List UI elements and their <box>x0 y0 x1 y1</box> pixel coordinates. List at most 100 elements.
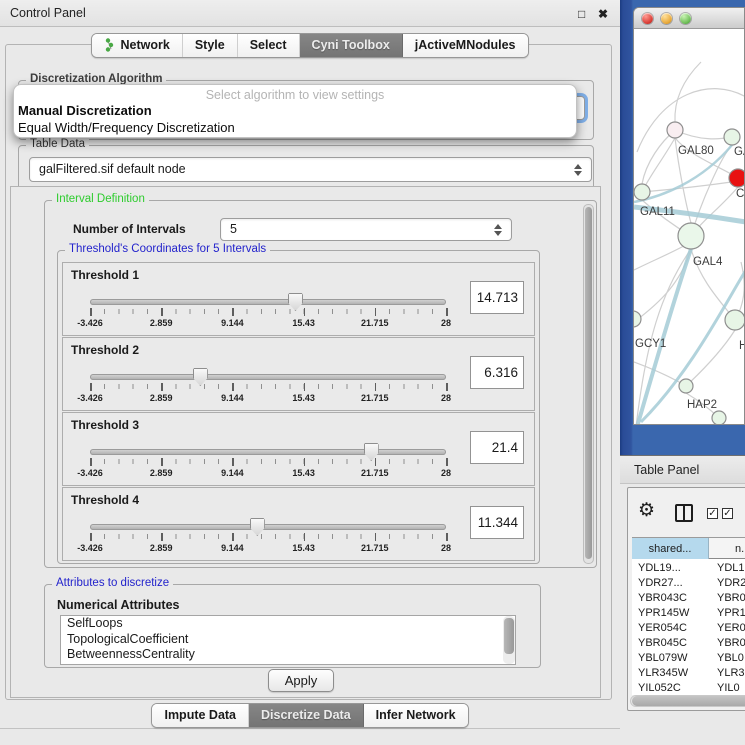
checkbox-icon[interactable]: ✓ <box>722 508 733 519</box>
table-row[interactable]: YPR145W YPR1 <box>632 606 745 621</box>
node-gal4[interactable] <box>678 223 704 249</box>
slider-track[interactable] <box>90 374 446 380</box>
tab-cyni-toolbox[interactable]: Cyni Toolbox <box>300 34 403 57</box>
node-bottom[interactable] <box>712 411 726 425</box>
node-gal11[interactable] <box>634 184 650 200</box>
float-window-icon[interactable]: □ <box>578 7 585 21</box>
table-row[interactable]: YDR27...YDR2 <box>632 576 745 591</box>
slider-major-tick <box>304 308 306 316</box>
slider-major-tick <box>90 308 92 316</box>
threshold-value-field[interactable]: 6.316 <box>470 356 524 389</box>
num-intervals-value: 5 <box>230 222 237 236</box>
threshold-value-field[interactable]: 14.713 <box>470 281 524 314</box>
interval-scrollbar[interactable] <box>583 204 594 564</box>
node-gal80[interactable] <box>667 122 683 138</box>
node-hap2[interactable] <box>679 379 693 393</box>
slider-tick-label: 21.715 <box>361 543 389 553</box>
network-graph[interactable]: GAL80GACGAL11GAL4GCY1HHAP2 <box>634 30 744 425</box>
slider-tick-label: 9.144 <box>221 468 244 478</box>
slider-major-tick <box>304 458 306 466</box>
slider-major-tick <box>90 458 92 466</box>
attribute-list-item[interactable]: TopologicalCoefficient <box>61 632 515 648</box>
slider-tick-label: -3.426 <box>77 318 103 328</box>
checkbox-icon[interactable]: ✓ <box>707 508 718 519</box>
threshold-label: Threshold 4 <box>71 493 139 507</box>
gear-icon[interactable]: ⚙ <box>638 502 655 520</box>
split-columns-icon[interactable] <box>675 504 693 522</box>
table-row[interactable]: YBR043CYBR0 <box>632 591 745 606</box>
threshold-value-field[interactable]: 21.4 <box>470 431 524 464</box>
apply-button[interactable]: Apply <box>268 669 334 692</box>
table-row[interactable]: YIL052CYIL0 <box>632 681 745 695</box>
slider-track[interactable] <box>90 524 446 530</box>
close-icon[interactable]: ✖ <box>598 7 608 21</box>
network-icon <box>104 38 115 52</box>
network-edge[interactable] <box>642 180 744 192</box>
close-traffic-light-icon[interactable] <box>642 13 653 24</box>
num-intervals-label: Number of Intervals <box>73 222 186 236</box>
threshold-row: Threshold 3-3.4262.8599.14415.4321.71528… <box>62 412 535 486</box>
node-red[interactable] <box>729 169 744 187</box>
table-hscrollbar[interactable] <box>630 695 745 707</box>
cell-shared-name: YBR043C <box>638 591 687 606</box>
slider-track[interactable] <box>90 299 446 305</box>
network-edge[interactable] <box>691 145 732 236</box>
slider-tick-label: 28 <box>441 393 451 403</box>
numerical-attributes-list[interactable]: SelfLoopsTopologicalCoefficientBetweenne… <box>60 615 516 665</box>
stepper-icon <box>493 224 502 236</box>
table-row[interactable]: YBR045CYBR0 <box>632 636 745 651</box>
threshold-value-field[interactable]: 11.344 <box>470 506 524 539</box>
tab-select[interactable]: Select <box>238 34 300 57</box>
tab-label: Cyni Toolbox <box>312 38 390 52</box>
table-row[interactable]: YLR345WYLR3 <box>632 666 745 681</box>
network-edge[interactable] <box>675 62 701 122</box>
slider-major-tick <box>375 533 377 541</box>
slider-tick-label: 21.715 <box>361 393 389 403</box>
slider-tick-label: 9.144 <box>221 543 244 553</box>
table-panel-titlebar: Table Panel <box>620 455 745 484</box>
column-header-name[interactable]: n... <box>735 538 745 560</box>
cell-name: YPR1 <box>717 606 745 621</box>
tab-jactivemnodules[interactable]: jActiveMNodules <box>403 34 528 57</box>
network-edge[interactable] <box>642 138 675 192</box>
tab-infer-network[interactable]: Infer Network <box>364 704 468 727</box>
minimize-traffic-light-icon[interactable] <box>661 13 672 24</box>
bottom-tab-bar: Impute DataDiscretize DataInfer Network <box>0 703 620 728</box>
network-canvas[interactable]: GAL80GACGAL11GAL4GCY1HHAP2 <box>634 30 744 425</box>
cell-name: YER0 <box>717 621 745 636</box>
attribute-list-item[interactable]: SelfLoops <box>61 616 515 632</box>
cell-shared-name: YPR145W <box>638 606 689 621</box>
tab-style[interactable]: Style <box>183 34 238 57</box>
network-edge[interactable] <box>642 130 675 184</box>
node-right[interactable] <box>724 129 740 145</box>
zoom-traffic-light-icon[interactable] <box>680 13 691 24</box>
dropdown-option-equal-width-frequency[interactable]: Equal Width/Frequency Discretization <box>18 120 235 135</box>
network-edge[interactable] <box>634 249 691 322</box>
table-panel-title: Table Panel <box>634 463 699 477</box>
num-intervals-combobox[interactable]: 5 <box>220 218 512 241</box>
cell-name: YDR2 <box>717 576 745 591</box>
tab-impute-data[interactable]: Impute Data <box>152 704 249 727</box>
slider-tick-label: 9.144 <box>221 393 244 403</box>
node-label: GAL80 <box>678 145 714 157</box>
cell-name: YLR3 <box>717 666 745 681</box>
attributes-scrollbar[interactable] <box>503 616 515 664</box>
cell-shared-name: YIL052C <box>638 681 681 695</box>
table-row[interactable]: YDL19...YDL1 <box>632 561 745 576</box>
slider-track[interactable] <box>90 449 446 455</box>
attributes-group-label: Attributes to discretize <box>52 577 173 589</box>
dropdown-option-manual-discretization[interactable]: Manual Discretization <box>18 103 152 118</box>
node-h[interactable] <box>725 310 744 330</box>
node-gcy1[interactable] <box>634 311 641 327</box>
panel-title: Control Panel <box>10 6 86 20</box>
column-header-shared-name[interactable]: shared... <box>632 538 709 560</box>
table-data-combobox[interactable]: galFiltered.sif default node <box>29 157 592 182</box>
cell-shared-name: YBL079W <box>638 651 688 666</box>
table-row[interactable]: YER054CYER0 <box>632 621 745 636</box>
table-row[interactable]: YBL079WYBL0 <box>632 651 745 666</box>
network-window-titlebar[interactable] <box>634 8 744 29</box>
table-data-selected: galFiltered.sif default node <box>39 162 186 176</box>
tab-network[interactable]: Network <box>92 34 182 57</box>
attribute-list-item[interactable]: BetweennessCentrality <box>61 647 515 663</box>
tab-discretize-data[interactable]: Discretize Data <box>249 704 364 727</box>
